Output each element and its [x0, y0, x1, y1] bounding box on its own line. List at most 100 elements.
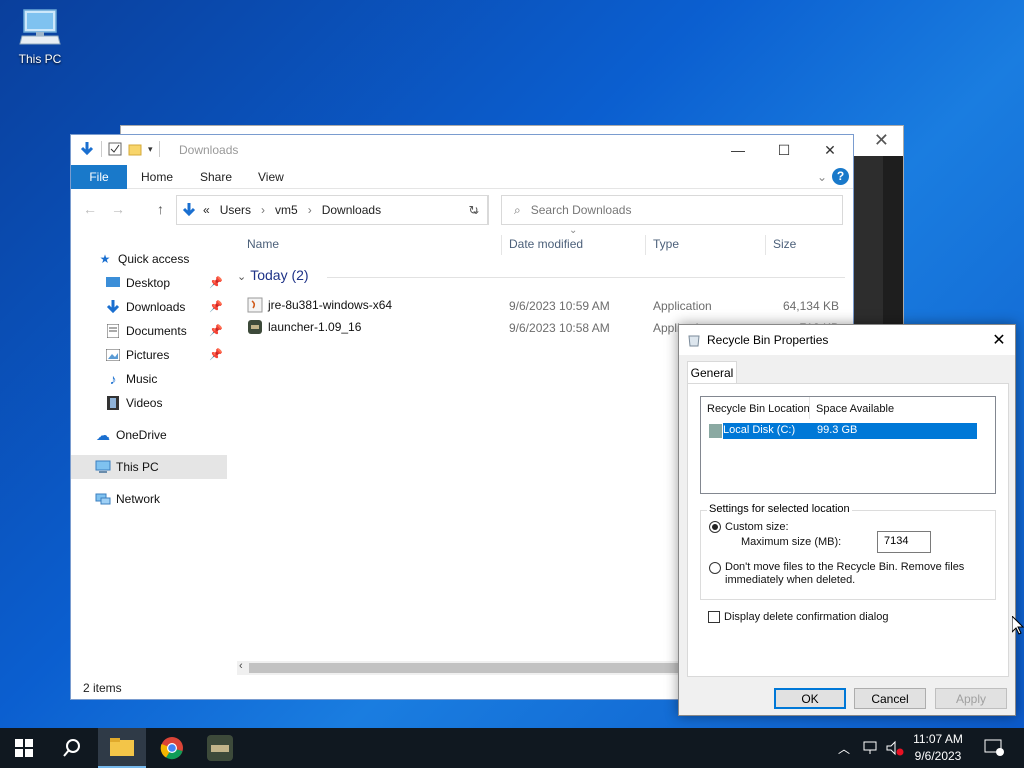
forward-icon[interactable]: → [111, 201, 125, 217]
minimize-icon[interactable]: — [715, 135, 761, 165]
new-folder-icon[interactable] [128, 142, 142, 156]
network-icon [95, 491, 111, 507]
close-icon[interactable]: ✕ [874, 130, 889, 151]
pin-icon[interactable]: 📌 [209, 348, 223, 361]
nav-videos[interactable]: Videos [71, 391, 227, 415]
nav-quick-access[interactable]: ★ Quick access [71, 247, 227, 271]
column-size[interactable]: Size [773, 237, 796, 251]
close-icon[interactable]: ✕ [987, 329, 1011, 351]
chevron-right-icon[interactable]: › [308, 203, 312, 217]
background-window-panel [853, 156, 883, 326]
pin-icon[interactable]: 📌 [209, 276, 223, 289]
nav-desktop[interactable]: Desktop 📌 [71, 271, 227, 295]
tab-share[interactable]: Share [200, 165, 232, 189]
nav-onedrive[interactable]: ☁ OneDrive [71, 423, 227, 447]
nav-label: Quick access [118, 252, 190, 266]
back-icon[interactable]: ← [83, 201, 97, 217]
chevron-right-icon[interactable]: › [261, 203, 265, 217]
system-clock[interactable]: 11:07 AM 9/6/2023 [900, 731, 976, 765]
this-pc-desktop-icon[interactable]: This PC [10, 8, 70, 66]
nav-pictures[interactable]: Pictures 📌 [71, 343, 227, 367]
recycle-bin-properties-dialog[interactable]: Recycle Bin Properties ✕ General Recycle… [678, 324, 1016, 716]
desktop-icon-label: This PC [18, 52, 62, 66]
divider[interactable] [765, 235, 766, 255]
maximize-icon[interactable]: ☐ [761, 135, 807, 165]
network-tray-icon[interactable] [862, 728, 880, 768]
divider[interactable] [645, 235, 646, 255]
pin-icon[interactable]: 📌 [209, 300, 223, 313]
column-type[interactable]: Type [653, 237, 679, 251]
tab-general[interactable]: General [687, 361, 737, 384]
tab-file[interactable]: File [71, 165, 127, 189]
nav-this-pc[interactable]: This PC [71, 455, 227, 479]
address-bar[interactable]: « Users › vm5 › Downloads ⌄ [176, 195, 488, 225]
start-button[interactable] [0, 728, 48, 768]
custom-size-label[interactable]: Custom size: [725, 521, 789, 533]
column-space-available[interactable]: Space Available [816, 403, 894, 415]
confirm-delete-label[interactable]: Display delete confirmation dialog [724, 611, 888, 623]
title-bar[interactable]: ▾ Downloads — ☐ ✕ [71, 135, 853, 165]
cancel-button[interactable]: Cancel [854, 688, 926, 709]
location-list[interactable]: Recycle Bin Location Space Available Loc… [700, 396, 996, 494]
breadcrumb-downloads[interactable]: Downloads [322, 203, 381, 217]
notification-icon [984, 739, 1004, 756]
search-placeholder: Search Downloads [530, 203, 632, 217]
close-icon[interactable]: ✕ [807, 135, 853, 165]
column-name[interactable]: Name [247, 237, 279, 251]
list-item-selected[interactable]: Local Disk (C:) 99.3 GB [723, 423, 977, 439]
column-location[interactable]: Recycle Bin Location [707, 403, 810, 415]
dont-move-label[interactable]: Don't move files to the Recycle Bin. Rem… [725, 561, 964, 573]
nav-downloads[interactable]: Downloads 📌 [71, 295, 227, 319]
max-size-input[interactable]: 7134 [877, 531, 931, 553]
divider [327, 277, 845, 278]
tab-view[interactable]: View [258, 165, 284, 189]
confirm-delete-checkbox[interactable] [708, 611, 720, 623]
search-button[interactable] [48, 728, 96, 768]
scrollbar-thumb[interactable] [249, 663, 681, 673]
breadcrumb-overflow[interactable]: « [203, 203, 210, 217]
settings-groupbox: Settings for selected location Custom si… [700, 503, 996, 600]
nav-music[interactable]: ♪ Music [71, 367, 227, 391]
nav-documents[interactable]: Documents 📌 [71, 319, 227, 343]
breadcrumb-users[interactable]: Users [220, 203, 251, 217]
refresh-icon[interactable]: ↻ [459, 195, 489, 225]
pin-icon[interactable]: 📌 [209, 324, 223, 337]
dont-move-label-line2[interactable]: immediately when deleted. [725, 574, 855, 586]
search-input[interactable]: ⌕ Search Downloads [501, 195, 843, 225]
scroll-left-icon[interactable]: ‹ [239, 660, 243, 672]
nav-label: Network [116, 492, 161, 506]
customize-dropdown-icon[interactable]: ▾ [148, 144, 153, 155]
group-header[interactable]: ⌄ Today (2) [237, 267, 309, 283]
nav-label: This PC [116, 460, 159, 474]
notifications-button[interactable] [984, 728, 1004, 768]
tab-home[interactable]: Home [141, 165, 173, 189]
address-row: ← → ↑ « Users › vm5 › Downloads ⌄ ↻ ⌕ Se… [71, 191, 853, 227]
nav-network[interactable]: Network [71, 487, 227, 511]
column-date-modified[interactable]: Date modified [509, 237, 583, 251]
horizontal-scrollbar[interactable]: ‹ [237, 660, 681, 675]
download-arrow-icon[interactable] [79, 141, 95, 157]
breadcrumb-vm5[interactable]: vm5 [275, 203, 298, 217]
dialog-title-bar[interactable]: Recycle Bin Properties ✕ [679, 325, 1015, 355]
up-icon[interactable]: ↑ [157, 201, 164, 217]
taskbar: ︿ 11:07 AM 9/6/2023 [0, 728, 1024, 768]
help-icon[interactable]: ? [832, 168, 849, 185]
ok-button[interactable]: OK [774, 688, 846, 709]
expand-ribbon-icon[interactable]: ⌄ [817, 165, 827, 189]
divider[interactable] [501, 235, 502, 255]
background-window-scrollbar[interactable] [883, 156, 903, 326]
properties-icon[interactable] [108, 142, 122, 156]
clock-time: 11:07 AM [913, 732, 963, 746]
window-title: Downloads [179, 143, 239, 157]
show-hidden-icons[interactable]: ︿ [838, 728, 850, 768]
custom-size-radio[interactable] [709, 521, 721, 533]
taskbar-file-explorer[interactable] [98, 728, 146, 768]
taskbar-launcher[interactable] [196, 728, 244, 768]
apply-button[interactable]: Apply [935, 688, 1007, 709]
divider [809, 397, 810, 419]
dont-move-radio[interactable] [709, 562, 721, 574]
chevron-down-icon[interactable]: ⌄ [237, 271, 246, 283]
ribbon-tabs: File Home Share View ⌄ ? [71, 165, 853, 189]
taskbar-chrome[interactable] [148, 728, 196, 768]
general-tab-panel: Recycle Bin Location Space Available Loc… [687, 383, 1009, 677]
